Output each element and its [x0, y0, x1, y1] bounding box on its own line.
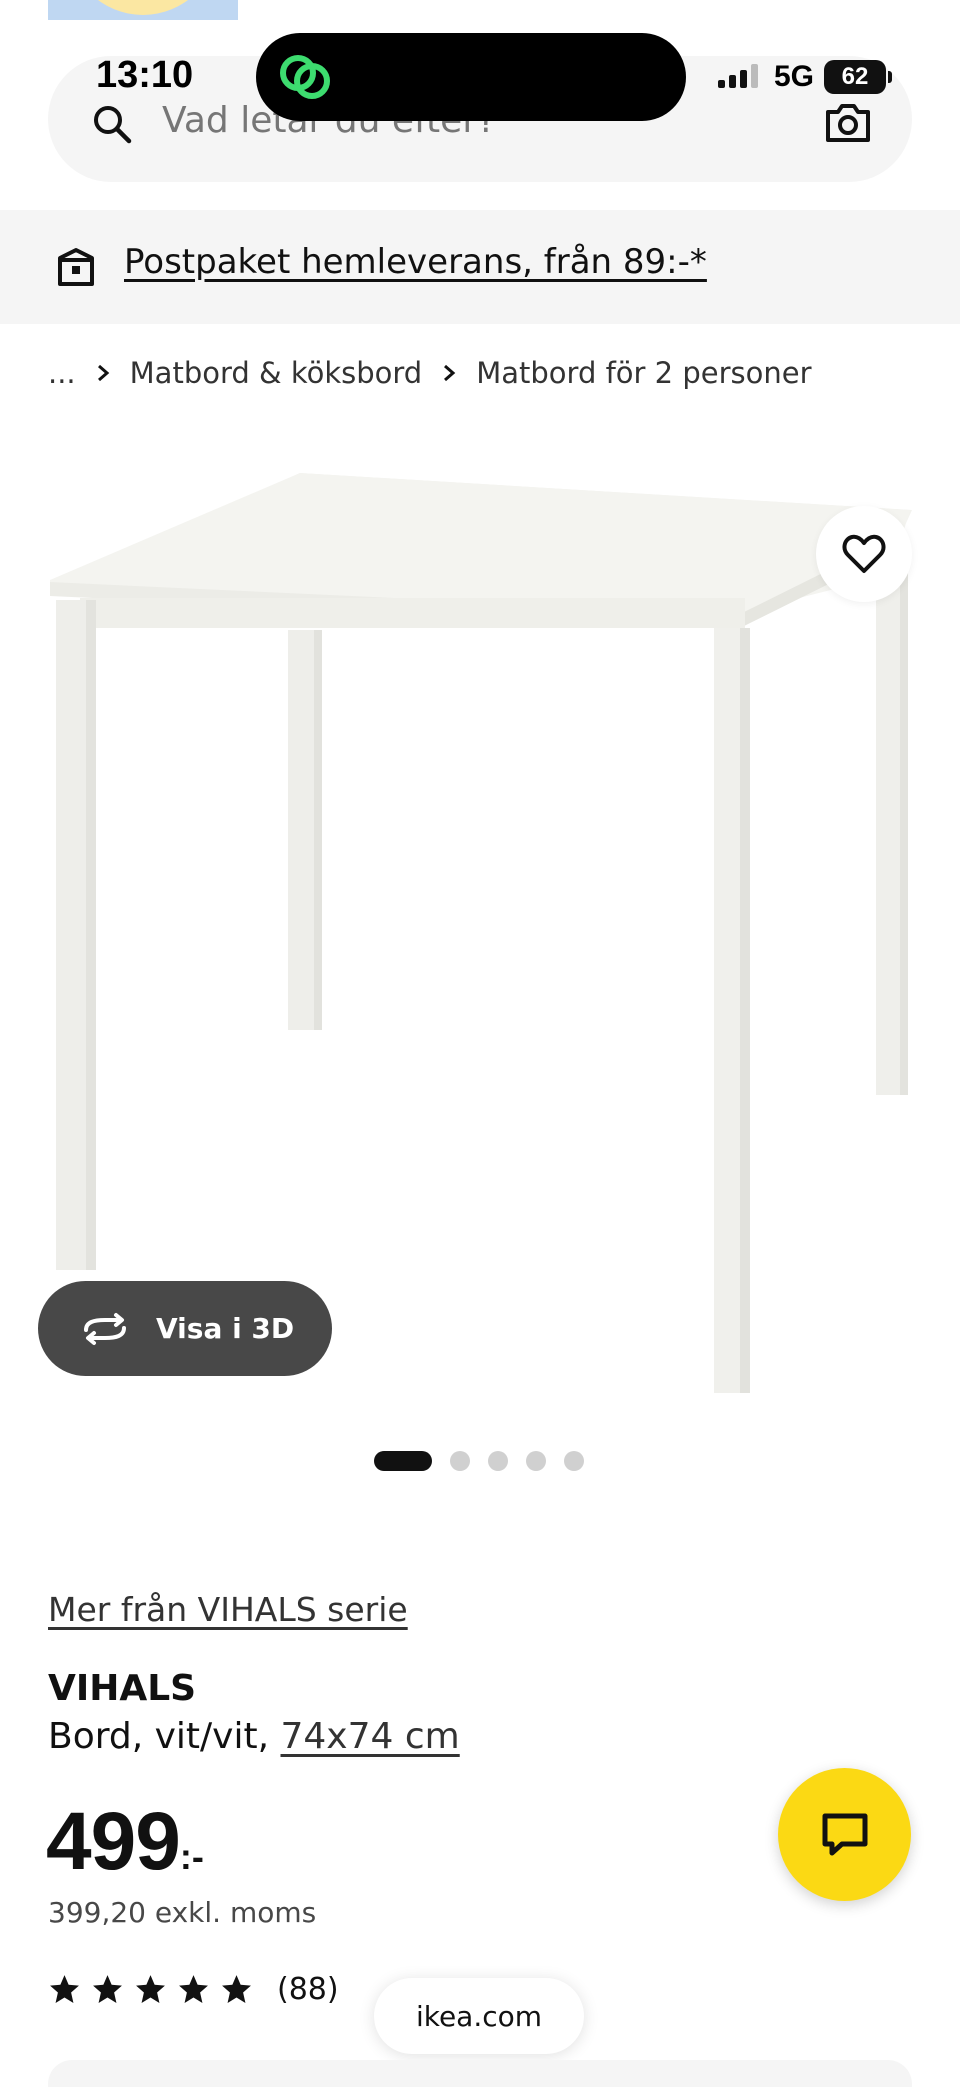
gallery-dot[interactable] — [450, 1451, 470, 1471]
delivery-banner: Postpaket hemleverans, från 89:-* — [0, 210, 960, 324]
favorite-button[interactable] — [816, 506, 912, 602]
price-excl-vat: 399,20 exkl. moms — [48, 1896, 317, 1929]
search-icon — [94, 106, 132, 144]
breadcrumb-dining-tables[interactable]: Matbord & köksbord — [130, 356, 423, 390]
size-link[interactable]: 74x74 cm — [281, 1716, 460, 1757]
gallery-dot[interactable] — [526, 1451, 546, 1471]
chat-button[interactable] — [778, 1768, 911, 1901]
breadcrumb-ellipsis[interactable]: ... — [48, 356, 76, 390]
rating-count: (88) — [277, 1972, 339, 2007]
heart-icon — [842, 534, 886, 573]
status-time: 13:10 — [96, 54, 194, 96]
browser-domain[interactable]: ikea.com — [374, 1978, 584, 2054]
product-image[interactable] — [40, 440, 920, 1400]
series-link[interactable]: Mer från VIHALS serie — [48, 1590, 408, 1629]
dynamic-island — [256, 33, 686, 121]
product-type: Bord, vit/vit, — [48, 1716, 281, 1757]
rotate-3d-icon — [84, 1312, 126, 1345]
chevron-right-icon — [444, 364, 456, 382]
breadcrumb: ... Matbord & köksbord Matbord för 2 per… — [48, 356, 812, 390]
product-description: Bord, vit/vit, 74x74 cm — [48, 1716, 460, 1757]
status-indicators: 5G 62 — [718, 60, 893, 94]
gallery-dot[interactable] — [564, 1451, 584, 1471]
price-value: 499 — [46, 1796, 181, 1887]
gallery-pagination — [374, 1451, 584, 1471]
star-icon — [222, 1975, 251, 2003]
parcel-icon — [58, 248, 94, 286]
delivery-link[interactable]: Postpaket hemleverans, från 89:-* — [124, 242, 707, 282]
price: 499 :- — [46, 1795, 204, 1889]
gallery-dot[interactable] — [374, 1451, 432, 1471]
star-icon — [50, 1975, 79, 2003]
signal-icon — [718, 64, 758, 88]
network-label: 5G — [774, 60, 815, 93]
bottom-card — [48, 2060, 912, 2087]
link-app-icon — [280, 55, 330, 99]
star-icon — [136, 1975, 165, 2003]
star-icon — [179, 1975, 208, 2003]
view-in-3d-button[interactable]: Visa i 3D — [38, 1281, 332, 1376]
ikea-logo-fragment — [48, 0, 238, 20]
price-suffix: :- — [179, 1836, 204, 1877]
rating[interactable]: (88) — [48, 1972, 339, 2007]
chat-icon — [822, 1813, 867, 1855]
chevron-right-icon — [97, 364, 109, 382]
battery-icon: 62 — [824, 60, 893, 94]
breadcrumb-tables-for-two[interactable]: Matbord för 2 personer — [476, 356, 811, 390]
star-icon — [93, 1975, 122, 2003]
view-in-3d-label: Visa i 3D — [156, 1312, 295, 1345]
camera-icon[interactable] — [824, 102, 872, 144]
product-name: VIHALS — [48, 1668, 197, 1709]
gallery-dot[interactable] — [488, 1451, 508, 1471]
